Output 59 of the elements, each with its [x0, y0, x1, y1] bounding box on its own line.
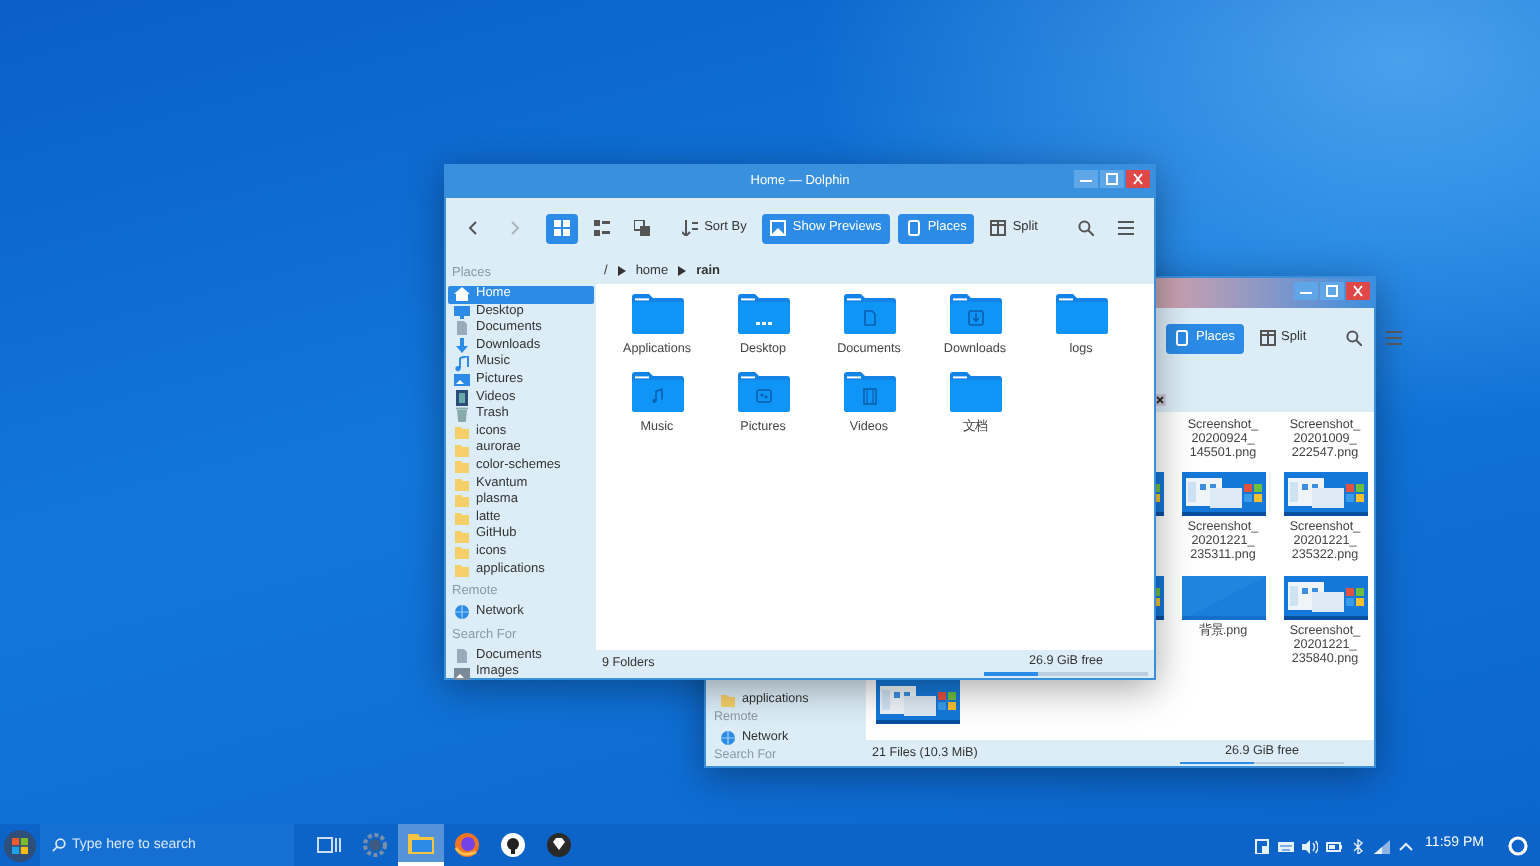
- maximize-button[interactable]: [1100, 170, 1124, 188]
- monitor-icon: [454, 303, 470, 320]
- folder-icon[interactable]: [949, 294, 1001, 334]
- film-icon: [454, 389, 470, 406]
- folder-icon[interactable]: [949, 372, 1001, 412]
- chevron-icon: [617, 266, 626, 276]
- bluetooth-icon[interactable]: [1349, 837, 1366, 853]
- close-button[interactable]: [1346, 282, 1370, 300]
- folder-icon[interactable]: [631, 294, 683, 334]
- document-icon: [454, 320, 470, 337]
- folder-icon: [720, 692, 736, 708]
- download-icon: [454, 338, 470, 355]
- menu-icon: [1118, 220, 1135, 236]
- details-view-icon: [634, 220, 651, 236]
- folder-icon[interactable]: [737, 294, 789, 334]
- folder-icon[interactable]: [843, 294, 895, 334]
- search-icon: [52, 838, 66, 852]
- start-button[interactable]: [2, 827, 38, 863]
- folder-icon[interactable]: [843, 372, 895, 412]
- notification-icon[interactable]: [1508, 835, 1528, 855]
- chevron-up-icon[interactable]: [1397, 837, 1414, 853]
- close-button[interactable]: [1126, 170, 1150, 188]
- firefox-icon: [452, 830, 482, 860]
- signal-icon[interactable]: [1373, 837, 1390, 853]
- gear-icon: [360, 830, 390, 860]
- folder-app-button[interactable]: [398, 824, 444, 866]
- chevron-icon: [678, 266, 687, 276]
- document-icon: [454, 647, 470, 664]
- sidebar-panel-icon: [905, 220, 922, 236]
- split-view-icon: [990, 220, 1007, 236]
- folder-icon[interactable]: [631, 372, 683, 412]
- image-icon: [770, 220, 787, 236]
- maximize-button[interactable]: [1320, 282, 1344, 300]
- folder-icon[interactable]: [737, 372, 789, 412]
- keyboard-icon[interactable]: [1277, 837, 1294, 853]
- trash-icon: [454, 406, 470, 423]
- octocat-icon: [498, 830, 528, 860]
- compact-view-icon: [594, 220, 611, 236]
- home-icon: [454, 286, 470, 303]
- speaker-icon[interactable]: [1301, 837, 1318, 853]
- sidebar-panel-icon: [1174, 330, 1190, 346]
- folder-icon[interactable]: [1055, 294, 1107, 334]
- clipboard-icon[interactable]: [1253, 837, 1270, 853]
- minimize-button[interactable]: [1074, 170, 1098, 188]
- minimize-button[interactable]: [1294, 282, 1318, 300]
- picture-icon: [454, 665, 470, 682]
- menu-icon: [1386, 330, 1403, 346]
- network-icon: [720, 729, 736, 745]
- sort-icon: [682, 220, 699, 236]
- picture-icon: [454, 372, 470, 389]
- search-icon: [1078, 220, 1095, 236]
- icon-view-icon: [554, 220, 571, 236]
- split-view-icon: [1259, 330, 1276, 346]
- battery-icon[interactable]: [1325, 837, 1342, 853]
- folder-icon: [406, 828, 436, 858]
- music-note-icon: [454, 355, 470, 372]
- search-icon: [1346, 330, 1363, 346]
- network-icon: [454, 604, 470, 621]
- view-icons-button[interactable]: [546, 213, 579, 243]
